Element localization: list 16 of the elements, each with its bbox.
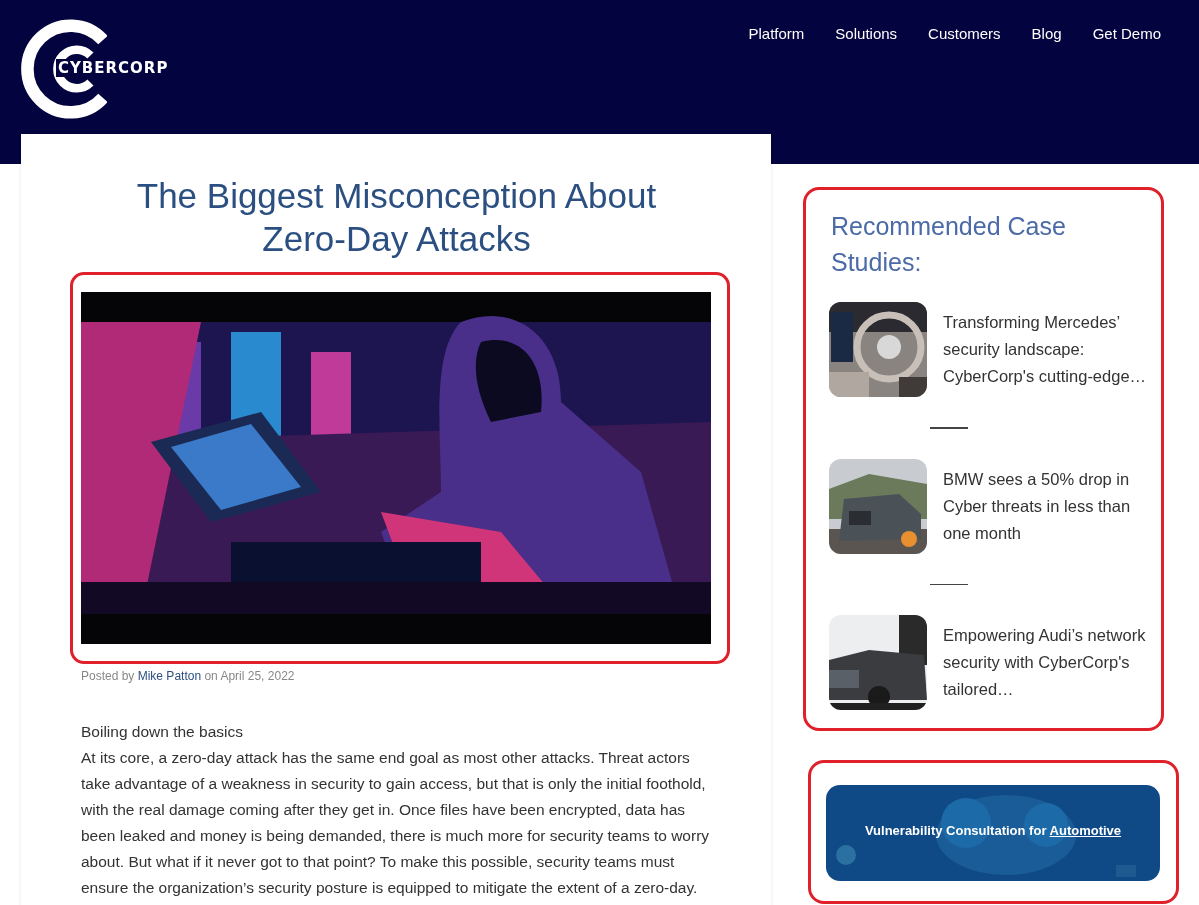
case-study-link[interactable]: Empowering Audi’s network security with CyberCorp's tailored… xyxy=(943,622,1155,703)
case-studies-heading: Recommended Case Studies: xyxy=(831,211,1067,278)
section-heading: Boiling down the basics xyxy=(81,722,244,742)
nav-link[interactable]: Blog xyxy=(1031,25,1062,42)
nav-link[interactable]: Platform xyxy=(748,25,805,42)
nav-link[interactable]: Customers xyxy=(928,25,1001,42)
banner-text: Vulnerability Consultation for Automotive xyxy=(863,823,1123,838)
byline: Posted by Mike Patton on April 25, 2022 xyxy=(81,669,296,683)
case-study-link[interactable]: BMW sees a 50% drop in Cyber threats in less than one month xyxy=(943,465,1155,547)
article-title: The Biggest Misconception About Zero-Day Attacks xyxy=(135,175,658,260)
author-link[interactable]: Mike Patton xyxy=(137,669,202,683)
article-paragraph: At its core, a zero-day attack has the same end goal as most other attacks. Threat actors take advantage of a weakness in security to gain access, but that is only the initial foothold, with the real damage coming after they get in. Once files have been encrypted, data has been leaked and money is being demanded, there is much more for security teams to worry about. But what if it never got to that point? To make this possible, security teams must ensure the organization’s security posture is equipped to mitigate the extent of a zero-day. xyxy=(81,748,711,898)
banner-link[interactable]: Automotive xyxy=(1049,823,1122,838)
nav-link[interactable]: Solutions xyxy=(835,25,898,42)
nav-link[interactable]: Get Demo xyxy=(1092,25,1161,42)
case-study-link[interactable]: Transforming Mercedes’ security landscape: CyberCorp's cutting-edge… xyxy=(943,309,1155,390)
